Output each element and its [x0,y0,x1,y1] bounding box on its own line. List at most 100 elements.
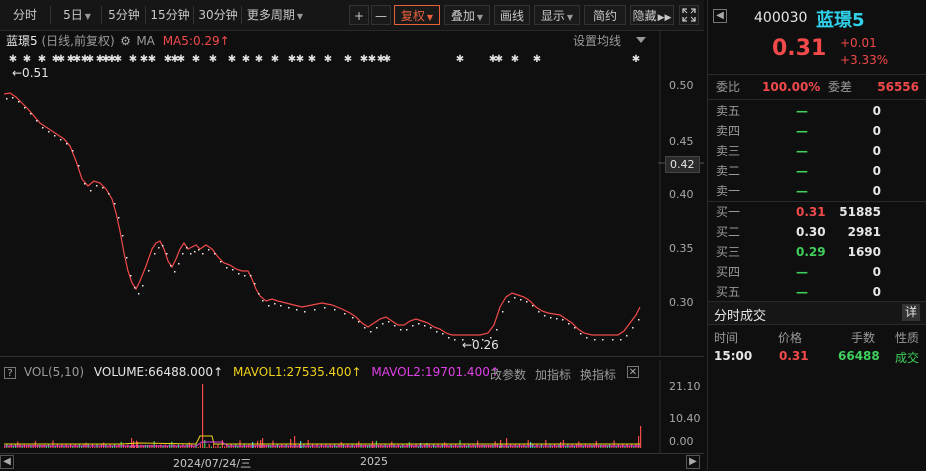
volume-bar [76,446,78,448]
col-time: 时间 [714,331,739,345]
event-marker[interactable]: ✱ [255,54,263,65]
event-marker[interactable]: ✱ [38,54,46,65]
tab-intraday[interactable]: 分时 [3,5,47,25]
y-tick-045: 0.45 [669,135,694,148]
kline-chart[interactable]: 蓝璟5 (日线,前复权) ⚙ MA MA5:0.29↑ 设置均线 ✱ ✱ ✱ ✱ ✱ ✱ ✱… [0,31,704,356]
event-marker[interactable]: ✱ [511,54,519,65]
simple-mode-button[interactable]: 简约 [584,5,626,25]
event-marker[interactable]: ✱ [296,54,304,65]
stock-name: 蓝璟5 [816,10,865,31]
ma5-dot [502,311,504,313]
ask-row[interactable]: 卖五 — 0 [716,101,921,121]
ma5-dot [314,309,316,311]
event-marker[interactable]: ✱ [209,54,217,65]
volume-bar [133,441,135,448]
volume-bar [378,445,380,448]
weicha-label: 委差 [828,80,853,94]
volume-panel[interactable]: ? VOL(5,10) VOLUME:66488.000↑ MAVOL1:275… [0,360,704,453]
ask-row[interactable]: 卖三 — 0 [716,141,921,161]
ma5-dot [174,271,176,273]
tab-5day[interactable]: 5日 ▼ [55,5,99,25]
tab-5min[interactable]: 5分钟 [104,5,144,25]
volume-bar [408,442,410,448]
ma5-dot [258,293,260,295]
ask-row[interactable]: 卖一 — 0 [716,181,921,201]
event-marker[interactable]: ✱ [9,54,17,65]
price-change-pct: +3.33% [840,53,889,67]
ask-row[interactable]: 卖二 — 0 [716,161,921,181]
trade-type: 成交 [895,351,920,365]
event-marker[interactable]: ✱ [271,54,279,65]
bid-row[interactable]: 买五 — 0 [716,282,921,302]
event-marker[interactable]: ✱ [495,54,503,65]
weibi-label: 委比 [716,80,741,94]
ma5-dot [154,253,156,255]
chevron-down-icon: ▼ [296,12,304,21]
event-marker[interactable]: ✱ [368,54,376,65]
event-marker[interactable]: ✱ [533,54,541,65]
ask-label: 卖五 [716,104,741,118]
ma5-dot [418,323,420,325]
volume-bar [199,444,201,448]
event-marker[interactable]: ✱ [228,54,236,65]
event-marker[interactable]: ✱ [129,54,137,65]
tab-30min[interactable]: 30分钟 [195,5,241,25]
volume-bar [479,445,481,448]
ma5-dot [60,139,62,141]
event-marker[interactable]: ✱ [148,54,156,65]
overlay-dropdown[interactable]: 叠加 ▼ [444,5,490,25]
event-marker[interactable]: ✱ [308,54,316,65]
zoom-in-button[interactable]: + [349,5,369,25]
ma5-dot [424,325,426,327]
ma5-dot [54,135,56,137]
ma5-dot [370,331,372,333]
display-dropdown[interactable]: 显示 ▼ [534,5,580,25]
volume-bar [578,441,580,448]
bid-row[interactable]: 买一 0.31 51885 [716,202,921,222]
volume-bar [193,446,195,448]
event-marker[interactable]: ✱ [632,54,640,65]
volume-bar [98,446,100,448]
volume-bar [107,446,109,448]
bid-row[interactable]: 买三 0.29 1690 [716,242,921,262]
collapse-left-icon[interactable]: ◀ [713,9,727,23]
event-marker[interactable]: ✱ [114,54,122,65]
event-marker[interactable]: ✱ [344,54,352,65]
draw-line-button[interactable]: 画线 [494,5,530,25]
event-marker[interactable]: ✱ [57,54,65,65]
x-tick-year: 2025 [360,455,388,468]
weicha-value: 56556 [877,80,919,94]
adjust-dropdown[interactable]: 复权 ▼ [394,5,440,25]
ma5-dot [288,307,290,309]
y-tick-035: 0.35 [669,242,694,255]
zoom-out-button[interactable]: — [371,5,391,25]
volume-bar [444,442,446,448]
scroll-right-icon[interactable]: ▶ [686,455,700,469]
ma5-dot [514,297,516,299]
bid-row[interactable]: 买二 0.30 2981 [716,222,921,242]
expand-icon[interactable] [679,5,699,25]
event-marker[interactable]: ✱ [456,54,464,65]
ma5-dot [202,253,204,255]
volume-bar [217,444,219,448]
event-marker[interactable]: ✱ [23,54,31,65]
ma5-dot [142,285,144,287]
event-marker[interactable]: ✱ [242,54,250,65]
scroll-left-icon[interactable]: ◀ [0,455,14,469]
ma5-dot [118,217,120,219]
event-marker[interactable]: ✱ [324,54,332,65]
trade-detail-button[interactable]: 详 [902,304,920,321]
bid-row[interactable]: 买四 — 0 [716,262,921,282]
ma5-dot [262,300,264,302]
event-marker[interactable]: ✱ [86,54,94,65]
volume-bar [210,446,212,448]
volume-bar [391,441,393,448]
ask-row[interactable]: 卖四 — 0 [716,121,921,141]
tab-15min[interactable]: 15分钟 [147,5,193,25]
event-marker[interactable]: ✱ [383,54,391,65]
event-marker[interactable]: ✱ [177,54,185,65]
volume-bar [208,444,210,448]
more-periods-dropdown[interactable]: 更多周期 ▼ [243,5,307,25]
event-marker[interactable]: ✱ [192,54,200,65]
hide-button[interactable]: 隐藏▶▶ [630,5,674,25]
